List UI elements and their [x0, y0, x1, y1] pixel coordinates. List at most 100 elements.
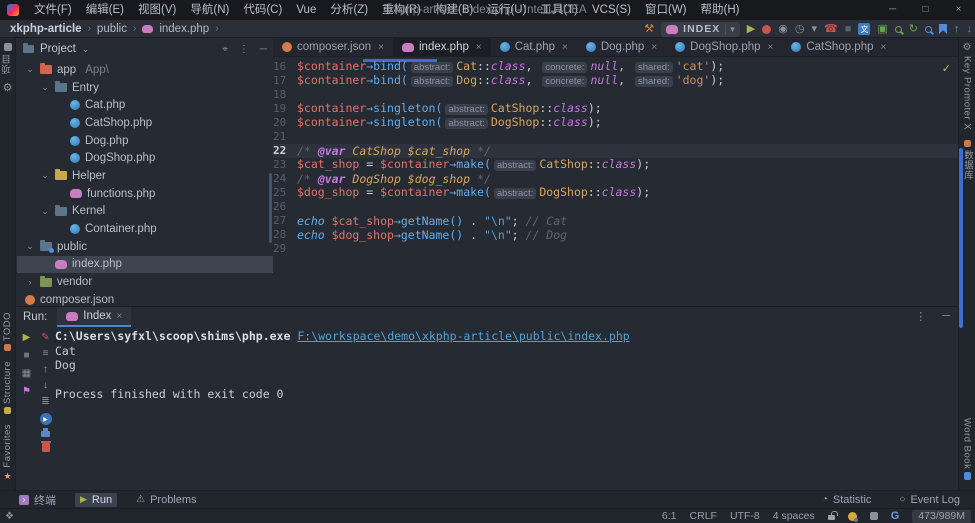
tool-button-todo[interactable]: TODO — [2, 312, 13, 351]
code-line-23[interactable]: 23$cat_shop = $container→make(abstract:C… — [273, 158, 958, 172]
nav-down-button[interactable]: ↓ — [967, 24, 973, 35]
project-scrollbar[interactable] — [269, 173, 272, 243]
run-configuration-select[interactable]: INDEX ▾ — [661, 22, 740, 37]
code-line-21[interactable]: 21 — [273, 130, 958, 144]
close-icon[interactable]: × — [881, 42, 887, 53]
breadcrumb-item[interactable]: xkphp-article — [10, 23, 82, 35]
clear-console-button[interactable] — [42, 443, 50, 452]
debug-button[interactable] — [762, 25, 771, 34]
run-button[interactable]: ▶ — [747, 24, 755, 35]
close-icon[interactable]: × — [562, 42, 568, 53]
coverage-button[interactable]: ◉ — [778, 24, 788, 35]
statistic-button[interactable]: ◔ Statistic — [817, 493, 877, 507]
sync-button[interactable]: ↻ — [909, 24, 918, 35]
close-icon[interactable]: × — [116, 311, 122, 322]
code-line-29[interactable]: 29 — [273, 242, 958, 256]
code-line-22[interactable]: 22/* @var CatShop $cat_shop */ — [273, 144, 958, 158]
code-line-18[interactable]: 18 — [273, 88, 958, 102]
editor-tab-index.php[interactable]: index.php× — [393, 38, 491, 56]
code-line-28[interactable]: 28echo $dog_shop→getName() . "\n"; // Do… — [273, 228, 958, 242]
menu-item[interactable]: 代码(C) — [236, 0, 289, 20]
stop-button[interactable]: ■ — [845, 24, 852, 35]
grazie-icon[interactable] — [848, 512, 857, 521]
tree-chevron-icon[interactable]: ⌄ — [25, 241, 35, 252]
tool-button-problems[interactable]: ⚠ Problems — [131, 493, 201, 507]
profiler-caret-icon[interactable]: ▾ — [811, 24, 817, 35]
code-line-16[interactable]: 16$container→bind(abstract:Cat::class, c… — [273, 60, 958, 74]
code-line-27[interactable]: 27echo $cat_shop→getName() . "\n"; // Ca… — [273, 214, 958, 228]
editor-tab-Cat.php[interactable]: Cat.php× — [491, 38, 577, 56]
run-dashboard-button[interactable]: ▶ — [40, 413, 52, 425]
hide-panel-button[interactable]: ─ — [942, 310, 950, 323]
tree-item-functions.php[interactable]: functions.php — [17, 185, 273, 203]
console-script-link[interactable]: F:\workspace\demo\xkphp-article\public\i… — [297, 329, 629, 343]
code-editor[interactable]: 16$container→bind(abstract:Cat::class, c… — [273, 57, 958, 306]
code-line-20[interactable]: 20$container→singleton(abstract:DogShop:… — [273, 116, 958, 130]
tree-item-Cat.php[interactable]: Cat.php — [17, 96, 273, 114]
caret-position[interactable]: 6:1 — [662, 510, 677, 522]
code-line-25[interactable]: 25$dog_shop = $container→make(abstract:D… — [273, 186, 958, 200]
nav-up-button[interactable]: ↑ — [954, 24, 960, 35]
hide-panel-button[interactable]: ─ — [260, 44, 267, 55]
menu-item[interactable]: 导航(N) — [183, 0, 236, 20]
plugin-icon[interactable] — [870, 512, 878, 520]
indent-style[interactable]: 4 spaces — [773, 510, 815, 522]
tree-item-composer.json[interactable]: composer.json — [17, 291, 273, 306]
search-everywhere-button[interactable] — [925, 26, 932, 33]
attach-debugger-button[interactable]: ☎ — [824, 24, 838, 35]
run-tab-index[interactable]: Index × — [57, 307, 131, 327]
maximize-button[interactable]: □ — [909, 0, 942, 20]
editor-tab-Dog.php[interactable]: Dog.php× — [577, 38, 666, 56]
menu-item[interactable]: 编辑(E) — [79, 0, 131, 20]
tree-chevron-icon[interactable]: › — [25, 277, 35, 287]
menu-item[interactable]: Vue — [289, 0, 323, 20]
code-line-17[interactable]: 17$container→bind(abstract:Dog::class, c… — [273, 74, 958, 88]
tool-button-favorites[interactable]: Favorites ★ — [2, 424, 13, 482]
menu-item[interactable]: 分析(Z) — [323, 0, 375, 20]
editor-tab-composer.json[interactable]: composer.json× — [273, 38, 393, 56]
more-options-button[interactable]: ⋮ — [915, 310, 926, 323]
editor-scrollbar[interactable] — [959, 148, 963, 328]
screenshot-button[interactable]: ▣ — [877, 24, 887, 35]
pin-tab-button[interactable]: ⚑ — [22, 387, 31, 397]
code-line-24[interactable]: 24/* @var DogShop $dog_shop */ — [273, 172, 958, 186]
next-occurrence-button[interactable]: ↓ — [43, 381, 48, 391]
menu-item[interactable]: VCS(S) — [585, 0, 638, 20]
edit-configuration-button[interactable]: ✎ — [41, 333, 49, 343]
locate-file-button[interactable]: ⌖ — [222, 44, 228, 55]
tool-window-switcher-icon[interactable]: ❖ — [5, 511, 14, 522]
soft-wrap-button[interactable]: ≣ — [41, 397, 49, 407]
event-log-button[interactable]: ○ Event Log — [894, 493, 965, 507]
translate-button[interactable]: 文 — [858, 23, 870, 35]
code-line-19[interactable]: 19$container→singleton(abstract:CatShop:… — [273, 102, 958, 116]
close-icon[interactable]: × — [378, 42, 384, 53]
breadcrumb-item[interactable]: public — [97, 23, 127, 35]
close-icon[interactable]: × — [651, 42, 657, 53]
tree-chevron-icon[interactable]: ⌄ — [40, 206, 50, 217]
tool-button-project[interactable]: 项目 — [1, 43, 15, 74]
prev-occurrence-button[interactable]: ↑ — [43, 365, 48, 375]
editor-tab-CatShop.php[interactable]: CatShop.php× — [782, 38, 895, 56]
rerun-button[interactable]: ▶ — [23, 333, 31, 343]
google-translate-icon[interactable]: G — [891, 510, 900, 522]
gear-icon[interactable]: ⚙ — [3, 83, 13, 94]
tool-button-terminal[interactable]: › 终端 — [14, 491, 61, 509]
print-button[interactable] — [41, 431, 50, 437]
tree-item-Dog.php[interactable]: Dog.php — [17, 132, 273, 150]
restore-layout-button[interactable]: ▦ — [22, 369, 31, 379]
tool-button-word-book[interactable]: Word Book — [962, 418, 973, 480]
menu-item[interactable]: 窗口(W) — [638, 0, 694, 20]
profiler-button[interactable]: ◷ — [795, 24, 805, 35]
run-console[interactable]: C:\Users\syfxl\scoop\shims\php.exe F:\wo… — [55, 329, 954, 486]
bookmark-button[interactable] — [939, 24, 947, 34]
memory-indicator[interactable]: 473/989M — [912, 510, 971, 523]
tree-item-app[interactable]: ⌄appApp\ — [17, 61, 273, 79]
tree-item-vendor[interactable]: ›vendor — [17, 273, 273, 291]
tree-item-Helper[interactable]: ⌄Helper — [17, 167, 273, 185]
more-options-button[interactable]: ⋮ — [239, 44, 249, 55]
code-line-26[interactable]: 26 — [273, 200, 958, 214]
close-button[interactable]: × — [942, 0, 975, 20]
menu-item[interactable]: 视图(V) — [131, 0, 183, 20]
build-hammer-icon[interactable]: ⚒ — [644, 24, 654, 35]
line-separator[interactable]: CRLF — [690, 510, 717, 522]
